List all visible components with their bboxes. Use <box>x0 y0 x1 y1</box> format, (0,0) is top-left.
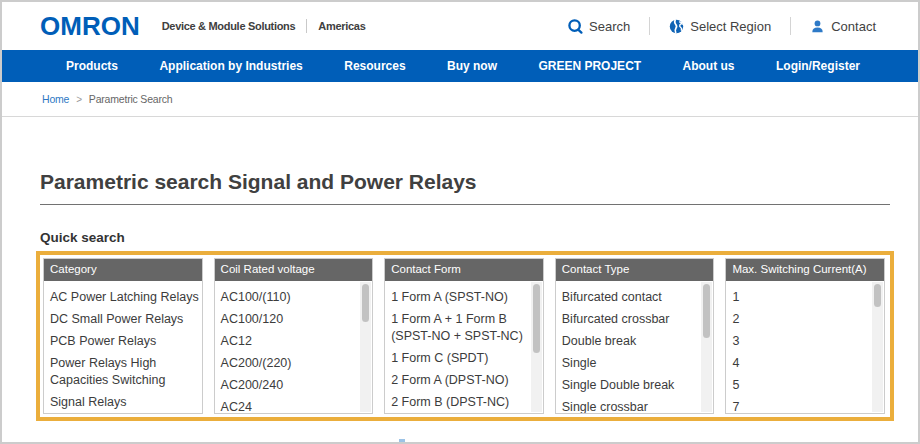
filter-option[interactable]: AC24 <box>221 396 362 413</box>
below-fold-element-peek <box>399 439 405 442</box>
filter-column-header: Max. Switching Current(A) <box>726 259 884 281</box>
scrollbar-thumb[interactable] <box>874 284 881 307</box>
filter-option[interactable]: 1 Form C (SPDT) <box>391 347 532 369</box>
filter-column-header: Category <box>44 259 202 281</box>
nav-item-resources[interactable]: Resources <box>344 59 405 73</box>
top-header: OMRON Device & Module Solutions Americas… <box>2 2 918 50</box>
filter-option[interactable]: Power Relays High Capacities Switching <box>50 352 201 391</box>
filter-option[interactable]: AC100/(110) <box>221 286 362 308</box>
breadcrumb-current: Parametric Search <box>89 93 173 105</box>
globe-icon <box>669 19 684 34</box>
select-region-button[interactable]: Select Region <box>669 19 771 34</box>
filter-option[interactable]: AC100/120 <box>221 308 362 330</box>
filter-option[interactable]: Signal Relays <box>50 391 201 413</box>
page-title: Parametric search Signal and Power Relay… <box>40 170 890 205</box>
main-content: Parametric search Signal and Power Relay… <box>2 170 918 421</box>
filter-option[interactable]: AC Power Latching Relays <box>50 286 201 308</box>
nav-item-buy-now[interactable]: Buy now <box>447 59 497 73</box>
filter-option[interactable]: Double break <box>562 330 703 352</box>
search-icon <box>568 19 583 34</box>
nav-item-products[interactable]: Products <box>66 59 118 73</box>
filter-option[interactable]: DC Small Power Relays <box>50 308 201 330</box>
filter-column-coil-rated-voltage: Coil Rated voltageAC100/(110)AC100/120AC… <box>214 258 374 414</box>
filter-option[interactable]: AC200/240 <box>221 374 362 396</box>
nav-item-about-us[interactable]: About us <box>683 59 735 73</box>
division-divider <box>306 19 307 33</box>
filter-column-max-switching-current-a-: Max. Switching Current(A)123457 <box>725 258 885 414</box>
filter-option[interactable]: 1 Form A (SPST-NO) <box>391 286 532 308</box>
filter-option[interactable]: 1 Form A + 1 Form B (SPST-NO + SPST-NC) <box>391 308 532 347</box>
utility-divider <box>649 17 650 35</box>
region-label: Americas <box>318 20 365 32</box>
filter-column-header: Contact Form <box>385 259 543 281</box>
filter-column-contact-form: Contact Form1 Form A (SPST-NO)1 Form A +… <box>384 258 544 414</box>
filter-option[interactable]: 3 <box>732 330 873 352</box>
filter-options-list: 1 Form A (SPST-NO)1 Form A + 1 Form B (S… <box>385 281 543 413</box>
nav-item-login-register[interactable]: Login/Register <box>776 59 860 73</box>
filter-option[interactable]: 2 <box>732 308 873 330</box>
nav-item-green-project[interactable]: GREEN PROJECT <box>538 59 641 73</box>
scrollbar[interactable] <box>360 282 371 412</box>
scrollbar-thumb[interactable] <box>703 284 710 338</box>
filter-options-list: AC100/(110)AC100/120AC12AC200/(220)AC200… <box>215 281 373 413</box>
nav-item-application-by-industries[interactable]: Application by Industries <box>159 59 302 73</box>
filter-option[interactable]: AC12 <box>221 330 362 352</box>
quick-search-panel: CategoryAC Power Latching RelaysDC Small… <box>36 251 894 421</box>
filter-options-list: 123457 <box>726 281 884 413</box>
filter-options-list: Bifurcated contactBifurcated crossbarDou… <box>556 281 714 413</box>
division-block: Device & Module Solutions Americas <box>162 19 366 33</box>
filter-option[interactable]: 2 Form B (DPST-NC) <box>391 391 532 413</box>
filter-column-category: CategoryAC Power Latching RelaysDC Small… <box>43 258 203 414</box>
filter-option[interactable]: Single Double break <box>562 374 703 396</box>
filter-column-contact-type: Contact TypeBifurcated contactBifurcated… <box>555 258 715 414</box>
filter-option[interactable]: 4 <box>732 352 873 374</box>
select-region-label: Select Region <box>690 19 771 34</box>
filter-column-header: Contact Type <box>556 259 714 281</box>
utility-divider-2 <box>790 17 791 35</box>
scrollbar[interactable] <box>701 282 712 412</box>
filter-option[interactable]: Single crossbar <box>562 396 703 413</box>
quick-search-heading: Quick search <box>40 231 890 245</box>
omron-logo[interactable]: OMRON <box>40 13 140 39</box>
search-button[interactable]: Search <box>568 19 630 34</box>
filter-option[interactable]: 5 <box>732 374 873 396</box>
filter-option[interactable]: 7 <box>732 396 873 413</box>
utility-menu: Search Select Region Contact <box>568 17 876 35</box>
scrollbar-thumb[interactable] <box>533 284 540 353</box>
scrollbar[interactable] <box>872 282 883 412</box>
filter-option[interactable]: 2 Form A (DPST-NO) <box>391 369 532 391</box>
breadcrumb: Home > Parametric Search <box>2 82 918 117</box>
filter-option[interactable]: PCB Power Relays <box>50 330 201 352</box>
filter-option[interactable]: AC200/(220) <box>221 352 362 374</box>
division-label: Device & Module Solutions <box>162 20 296 32</box>
filter-option[interactable]: Bifurcated contact <box>562 286 703 308</box>
contact-person-icon <box>810 19 825 34</box>
contact-label: Contact <box>831 19 876 34</box>
filter-option[interactable]: Single <box>562 352 703 374</box>
filter-options-list: AC Power Latching RelaysDC Small Power R… <box>44 281 202 413</box>
search-label: Search <box>589 19 630 34</box>
breadcrumb-home-link[interactable]: Home <box>42 93 69 105</box>
contact-button[interactable]: Contact <box>810 19 876 34</box>
scrollbar-thumb[interactable] <box>362 284 369 322</box>
main-nav: Products Application by Industries Resourc… <box>2 50 918 82</box>
filter-column-header: Coil Rated voltage <box>215 259 373 281</box>
scrollbar[interactable] <box>531 282 542 412</box>
breadcrumb-separator: > <box>76 94 82 105</box>
filter-option[interactable]: Bifurcated crossbar <box>562 308 703 330</box>
filter-option[interactable]: 1 <box>732 286 873 308</box>
